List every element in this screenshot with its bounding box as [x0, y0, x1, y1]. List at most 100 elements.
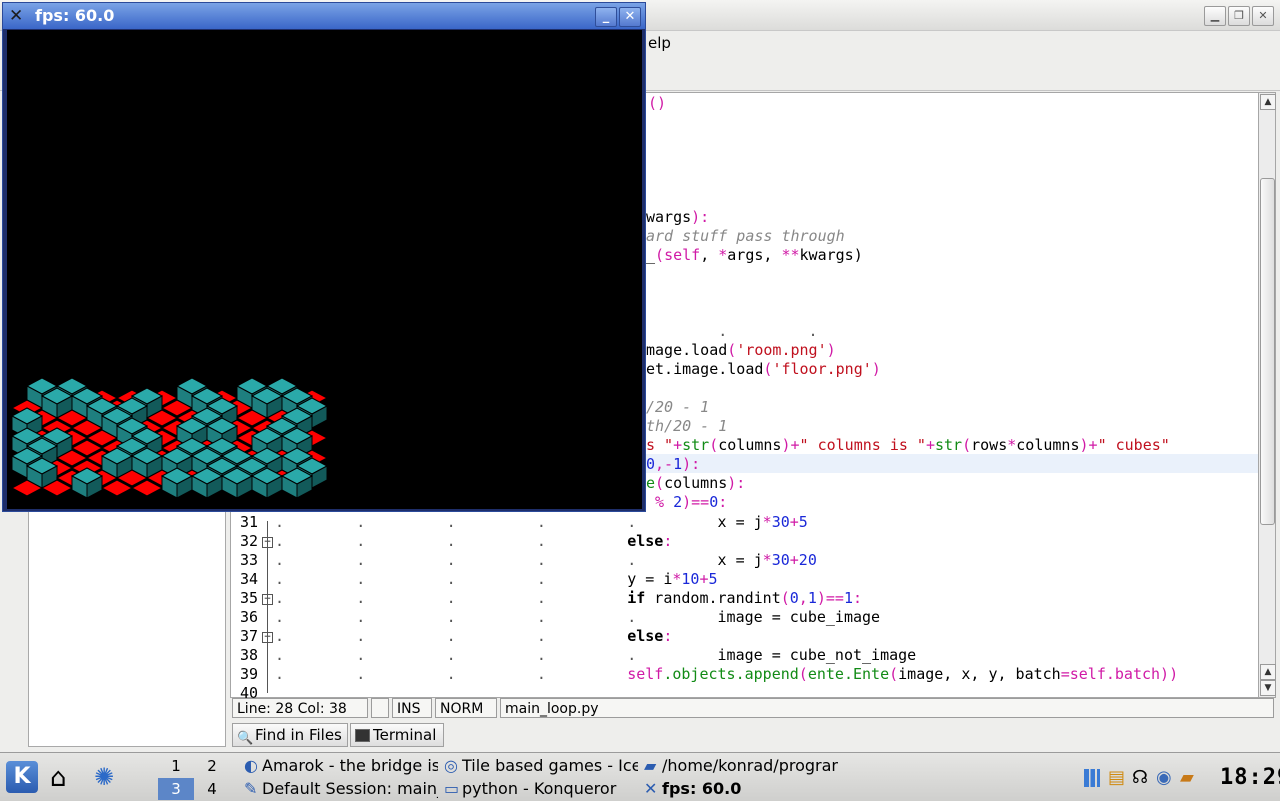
code-token: .batch)) [1105, 665, 1179, 683]
code-token: ( [727, 341, 737, 359]
code-token: self [664, 246, 701, 264]
code-token: + [925, 436, 935, 454]
game-canvas[interactable] [7, 30, 642, 509]
code-token: + [789, 513, 799, 531]
code-line: . . . . . image = cube_not_image [275, 646, 916, 665]
line-number: 34 [239, 570, 258, 588]
iceweasel-icon: ◎ [444, 756, 458, 775]
code-line: . . . . else: [275, 627, 672, 646]
kmenu-icon[interactable]: K [6, 761, 38, 793]
code-token: ** [781, 246, 800, 264]
code-token: image, x, y, batch [898, 665, 1061, 683]
taskbar-task[interactable]: ◐ Amarok - the bridge is [244, 755, 438, 777]
code-token: else [627, 532, 664, 550]
code-token: 0 [646, 455, 656, 473]
fold-line [267, 521, 268, 693]
terminal-tab[interactable]: Terminal [350, 723, 444, 747]
fps-minimize-button[interactable]: _ [595, 7, 617, 27]
find-in-files-tab[interactable]: 🔍 Find in Files [232, 723, 348, 747]
code-token: . . [646, 322, 818, 340]
code-token: _ [646, 246, 656, 264]
insert-mode[interactable]: INS [392, 698, 432, 718]
menu-help[interactable]: elp [648, 34, 671, 52]
minimize-button[interactable]: ▁ [1204, 6, 1226, 26]
code-token: 1 [673, 455, 683, 473]
headset-icon[interactable]: ☊ [1132, 767, 1148, 788]
code-token: wargs [646, 208, 692, 226]
indent-markers: . . . . . [275, 513, 637, 531]
file-list-panel[interactable] [28, 500, 226, 747]
taskbar-task[interactable]: ▭ python - Konqueror [444, 778, 638, 800]
clock[interactable]: 18:29 [1220, 765, 1280, 790]
code-token: columns [1016, 436, 1080, 454]
code-fragment: th/20 - 1 [646, 417, 727, 436]
scroll-down-icon[interactable]: ▼ [1260, 680, 1276, 696]
close-button[interactable]: ✕ [1252, 6, 1274, 26]
desktop-2[interactable]: 2 [194, 755, 230, 777]
code-token: else [627, 627, 664, 645]
code-token: ( [889, 665, 899, 683]
line-number: 37 [239, 627, 258, 645]
code-token: y = i [627, 570, 673, 588]
scroll-up-icon[interactable]: ▲ [1260, 94, 1276, 110]
code-token: : [852, 589, 863, 607]
code-token: str [682, 436, 710, 454]
code-token: if [627, 589, 646, 607]
code-token: et.image.load [646, 360, 764, 378]
taskbar-task[interactable]: ✎ Default Session: main_ [244, 778, 438, 800]
terminal-icon [355, 729, 370, 742]
code-token: 5 [708, 570, 718, 588]
code-token: 20 [798, 551, 817, 569]
code-token: , [700, 246, 719, 264]
taskbar-task[interactable]: ▰ /home/konrad/progran [644, 755, 838, 777]
code-token: * [1007, 436, 1017, 454]
code-fragment: wargs): [646, 208, 709, 227]
indent-markers: . . . . . [275, 551, 637, 569]
task-label: python - Konqueror [462, 779, 617, 798]
indent-markers: . . . . . [275, 646, 637, 664]
folder-icon[interactable]: ▰ [1180, 767, 1194, 788]
vertical-scrollbar[interactable]: ▲ ▲ ▼ [1258, 92, 1276, 698]
fps-close-button[interactable]: ✕ [619, 7, 641, 27]
code-token: self [1069, 665, 1106, 683]
klipper-icon[interactable]: ▤ [1108, 767, 1125, 788]
home-icon[interactable]: ⌂ [50, 763, 67, 793]
code-line: . . . . . x = j*30+5 [275, 513, 808, 532]
code-token: 1 [807, 589, 817, 607]
code-token: + [789, 551, 799, 569]
code-token: str [935, 436, 963, 454]
find-in-files-label: Find in Files [255, 726, 342, 744]
scrollbar-thumb[interactable] [1260, 178, 1275, 525]
maximize-button[interactable]: ❐ [1228, 6, 1250, 26]
volume-icon[interactable] [1084, 769, 1100, 787]
line-number: 35 [239, 589, 258, 607]
browser-icon[interactable]: ✺ [94, 763, 114, 791]
line-number: 31 [239, 513, 258, 531]
code-token: " columns is " [799, 436, 926, 454]
line-number: 36 [239, 608, 258, 626]
desktop-3[interactable]: 3 [158, 778, 194, 800]
line-number: 33 [239, 551, 258, 569]
code-fragment: s "+str(columns)+" columns is "+str(rows… [646, 436, 1170, 455]
network-icon[interactable]: ◉ [1156, 767, 1172, 788]
desktop-4[interactable]: 4 [194, 778, 230, 800]
code-token: .objects.append [663, 665, 799, 683]
desktop-1[interactable]: 1 [158, 755, 194, 777]
kate-icon: ✎ [244, 779, 258, 798]
code-token: = [1060, 665, 1070, 683]
fps-window-titlebar[interactable]: ✕ fps: 60.0 _ ✕ [3, 3, 645, 29]
indent-markers: . . . . [275, 589, 628, 607]
code-token: random.randint [645, 589, 781, 607]
code-token: ): [682, 455, 701, 473]
taskbar-task[interactable]: ◎ Tile based games - Ice [444, 755, 638, 777]
x-icon: ✕ [644, 779, 658, 798]
code-token: " cubes" [1097, 436, 1170, 454]
code-token: ( [780, 589, 790, 607]
input-mode[interactable]: NORM [435, 698, 497, 718]
scroll-up-icon[interactable]: ▲ [1260, 664, 1276, 680]
task-label: Default Session: main_ [262, 779, 438, 798]
taskbar-task[interactable]: ✕ fps: 60.0 [644, 778, 838, 800]
search-icon: 🔍 [237, 731, 254, 746]
file-name: main_loop.py [500, 698, 1274, 718]
code-token: 'floor.png' [772, 360, 872, 378]
